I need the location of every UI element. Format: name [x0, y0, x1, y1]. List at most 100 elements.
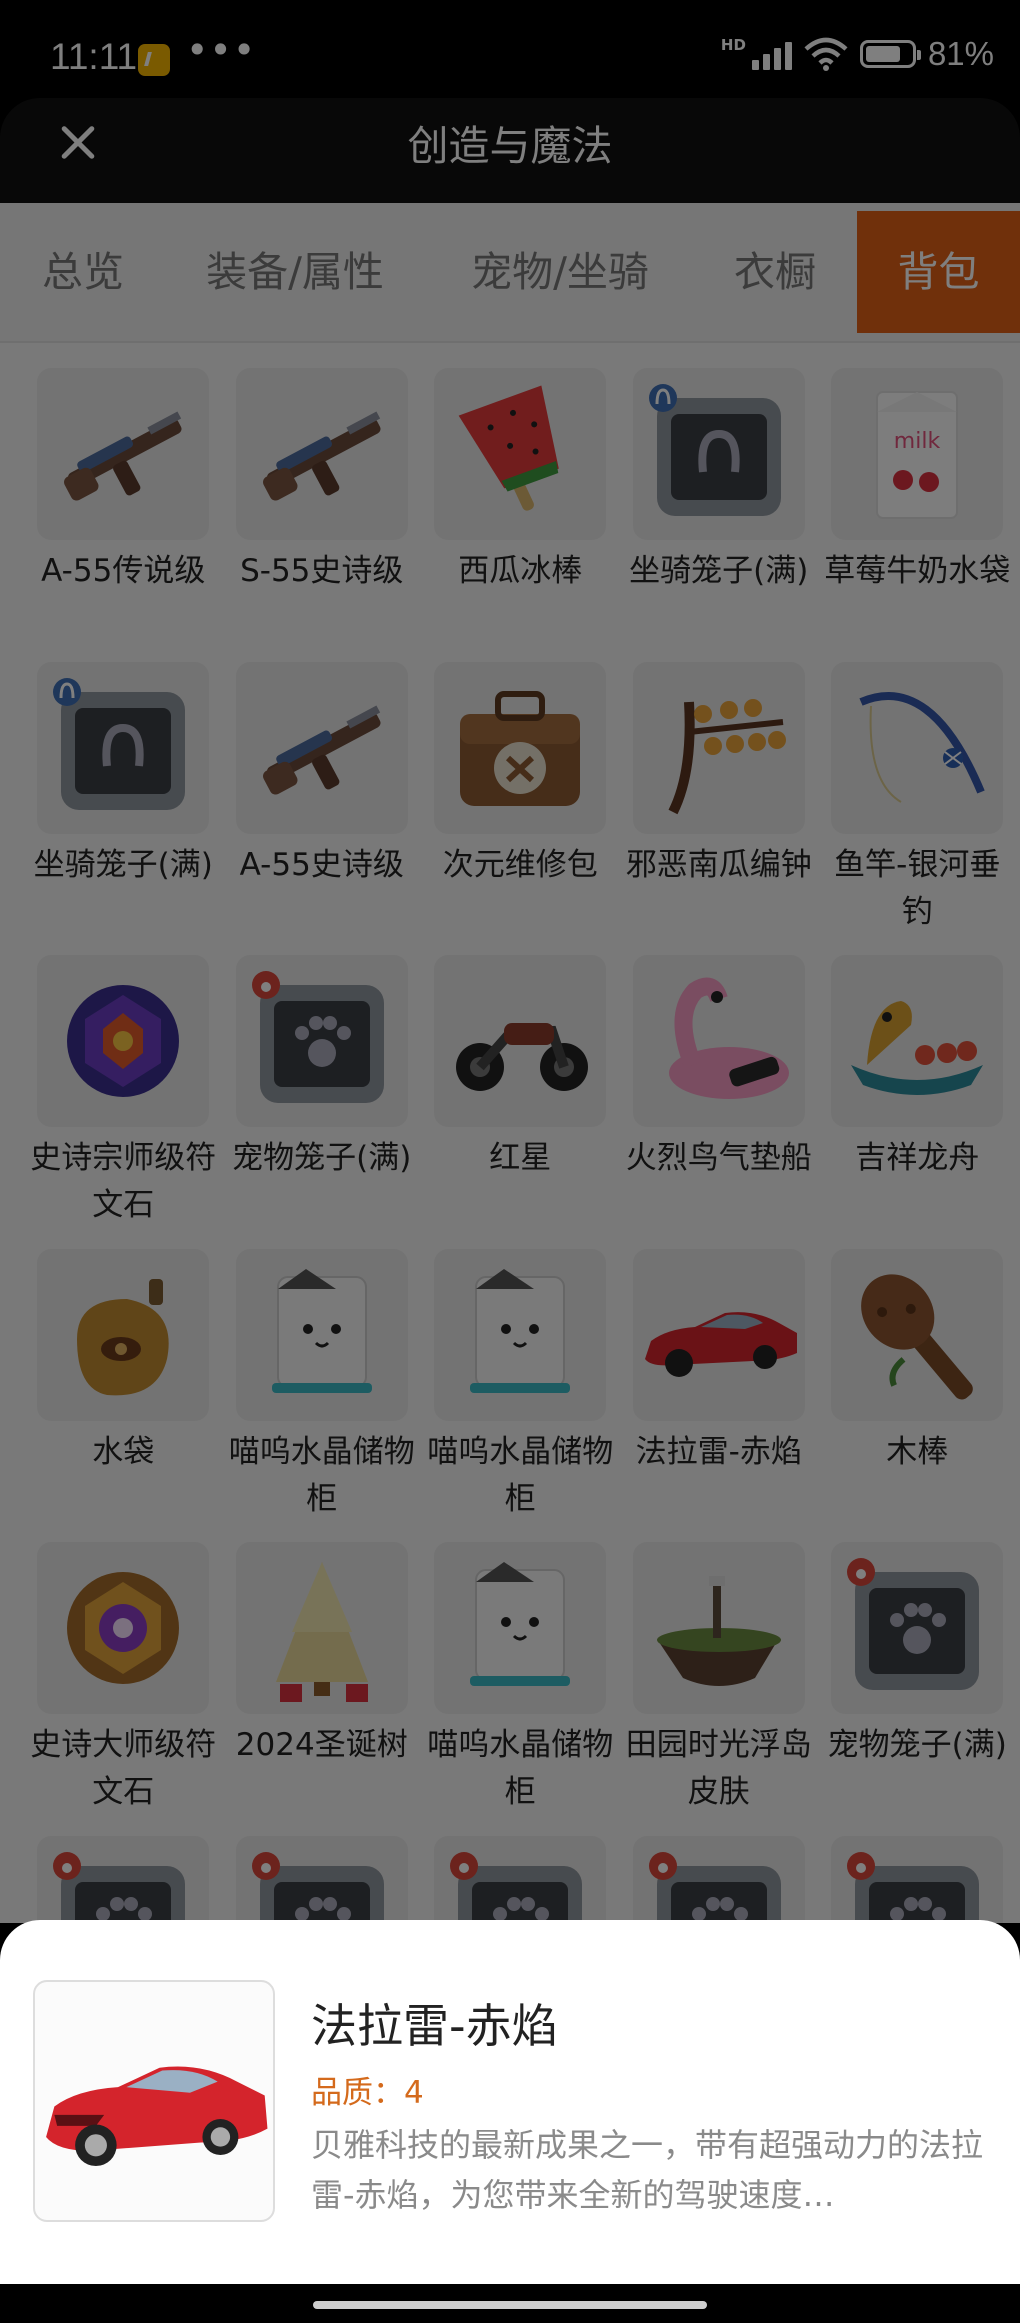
hd-indicator: HD	[720, 36, 746, 54]
tab-pets-mounts[interactable]: 宠物/坐骑	[440, 211, 680, 333]
item-label: 坐骑笼子(满)	[33, 846, 213, 883]
watermelon-popsicle-icon	[434, 368, 607, 540]
pet-cage-icon	[235, 1835, 408, 1923]
backpack-item[interactable]	[24, 1835, 223, 1923]
water-bag-icon	[37, 1248, 210, 1421]
item-label: 次元维修包	[442, 846, 598, 883]
wooden-club-icon	[831, 1248, 1004, 1421]
tab-overview[interactable]: 总览	[18, 211, 148, 333]
pet-cage-icon	[434, 1835, 607, 1923]
item-label: 红星	[489, 1140, 552, 1176]
backpack-item[interactable]: 法拉雷-赤焰	[620, 1248, 819, 1543]
tab-wardrobe[interactable]: 衣橱	[710, 211, 840, 333]
backpack-grid: A-55传说级 S-55史诗级 西瓜冰棒 坐骑笼子(满) milk 草莓牛奶水袋 坐骑笼子(…	[24, 368, 1010, 1923]
backpack-item[interactable]: 2024圣诞树	[223, 1542, 422, 1836]
mount-cage-icon	[632, 368, 805, 540]
item-label: 2024圣诞树	[235, 1727, 408, 1763]
item-label: 史诗大师级符文石	[30, 1727, 217, 1810]
detail-quality: 品质：4	[311, 2075, 424, 2111]
backpack-item[interactable]: 史诗宗师级符文石	[24, 955, 223, 1249]
item-label: 吉祥龙舟	[855, 1140, 980, 1176]
backpack-item[interactable]: 喵呜水晶储物柜	[223, 1248, 422, 1543]
backpack-item[interactable]: 喵呜水晶储物柜	[421, 1542, 620, 1836]
gun-icon	[37, 368, 210, 540]
pet-cage-icon	[235, 955, 408, 1127]
tab-equipment[interactable]: 装备/属性	[180, 211, 410, 333]
item-label: 宠物笼子(满)	[827, 1727, 1007, 1763]
backpack-item[interactable]: 红星	[421, 955, 620, 1249]
backpack-item[interactable]: 水袋	[24, 1248, 223, 1543]
pet-cage-icon	[632, 1835, 805, 1923]
home-indicator[interactable]	[313, 2301, 707, 2309]
item-label: 火烈鸟气垫船	[625, 1140, 812, 1176]
pet-cage-icon	[37, 1835, 210, 1923]
pet-cage-icon	[831, 1542, 1004, 1714]
item-label: 喵呜水晶储物柜	[427, 1727, 614, 1810]
backpack-item[interactable]: 次元维修包	[421, 661, 620, 956]
pet-cage-icon	[831, 1835, 1004, 1923]
status-bar: 11:11 ••• HD 81%	[0, 0, 1020, 100]
more-notifications-icon: •••	[186, 28, 257, 72]
backpack-item[interactable]: 木棒	[818, 1248, 1017, 1543]
rune-stone-icon	[37, 955, 210, 1127]
flamingo-float-icon	[632, 955, 805, 1127]
gun-icon	[235, 661, 408, 834]
item-label: 喵呜水晶储物柜	[427, 1433, 614, 1517]
item-label: 史诗宗师级符文石	[30, 1140, 217, 1223]
backpack-item[interactable]: A-55史诗级	[223, 661, 422, 956]
backpack-item[interactable]	[620, 1835, 819, 1923]
backpack-item[interactable]: S-55史诗级	[223, 368, 422, 662]
battery-percent: 81%	[927, 35, 994, 72]
backpack-item[interactable]: 坐骑笼子(满)	[24, 661, 223, 956]
gun-icon	[235, 368, 408, 540]
backpack-item[interactable]: 西瓜冰棒	[421, 368, 620, 662]
wifi-icon	[804, 37, 848, 71]
item-label: 喵呜水晶储物柜	[228, 1433, 415, 1517]
notification-app-icon	[138, 44, 170, 76]
detail-description: 贝雅科技的最新成果之一，带有超强动力的法拉雷-赤焰，为您带来全新的驾驶速度…	[311, 2126, 984, 2214]
backpack-item[interactable]	[421, 1835, 620, 1923]
cat-cabinet-icon	[434, 1542, 607, 1714]
item-label: 鱼竿-银河垂钓	[834, 846, 1001, 930]
item-label: 水袋	[92, 1433, 155, 1470]
christmas-tree-icon	[235, 1542, 408, 1714]
backpack-item[interactable]: 田园时光浮岛皮肤	[620, 1542, 819, 1836]
backpack-item[interactable]: 史诗大师级符文石	[24, 1542, 223, 1836]
red-car-icon	[632, 1248, 805, 1421]
item-label: 田园时光浮岛皮肤	[625, 1727, 812, 1810]
page-title: 创造与魔法	[407, 123, 613, 169]
app-header: 创造与魔法	[0, 98, 1020, 203]
main-content: 总览 装备/属性 宠物/坐骑 衣橱 背包 A-55传说级 S-55史诗级 西瓜冰棒坐…	[0, 203, 1020, 1923]
tab-backpack[interactable]: 背包	[857, 211, 1020, 333]
signal-icon	[751, 38, 792, 70]
backpack-item[interactable]: A-55传说级	[24, 368, 223, 662]
backpack-item[interactable]: 喵呜水晶储物柜	[421, 1248, 620, 1543]
item-label: A-55传说级	[41, 553, 206, 589]
navigation-bar	[0, 2284, 1020, 2323]
item-label: 坐骑笼子(满)	[629, 553, 809, 589]
backpack-item[interactable]: milk 草莓牛奶水袋	[818, 368, 1017, 662]
item-label: 西瓜冰棒	[458, 553, 583, 589]
backpack-item[interactable]: 宠物笼子(满)	[223, 955, 422, 1249]
motorcycle-icon	[434, 955, 607, 1127]
backpack-item[interactable]: 坐骑笼子(满)	[620, 368, 819, 662]
fishing-rod-icon	[831, 661, 1004, 834]
item-label: 宠物笼子(满)	[232, 1140, 412, 1176]
backpack-item[interactable]	[223, 1835, 422, 1923]
backpack-item[interactable]: 宠物笼子(满)	[818, 1542, 1017, 1836]
cat-cabinet-icon	[235, 1248, 408, 1421]
item-label: 木棒	[886, 1433, 949, 1470]
cat-cabinet-icon	[434, 1248, 607, 1421]
item-label: A-55史诗级	[239, 846, 404, 883]
backpack-item[interactable]	[818, 1835, 1017, 1923]
repair-bag-icon	[434, 661, 607, 834]
status-time: 11:11	[50, 36, 138, 77]
battery-icon	[859, 40, 921, 68]
backpack-item[interactable]: 邪恶南瓜编钟	[620, 661, 819, 956]
backpack-item[interactable]: 吉祥龙舟	[818, 955, 1017, 1249]
backpack-item[interactable]: 火烈鸟气垫船	[620, 955, 819, 1249]
backpack-item[interactable]: 鱼竿-银河垂钓	[818, 661, 1017, 956]
mount-cage-icon	[37, 661, 210, 834]
detail-item-name: 法拉雷-赤焰	[311, 1999, 558, 2053]
svg-text:milk: milk	[894, 429, 941, 454]
